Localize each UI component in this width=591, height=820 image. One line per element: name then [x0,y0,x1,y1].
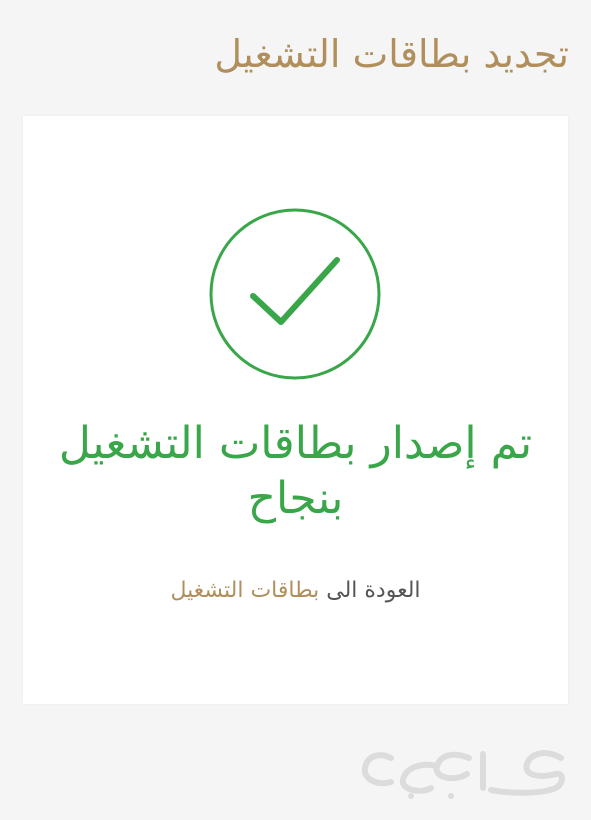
return-row: العودة الى بطاقات التشغيل [23,578,568,603]
haraj-watermark-logo [361,750,565,799]
check-circle-icon [209,208,381,380]
success-card: تم إصدار بطاقات التشغيل بنجاح العودة الى… [23,116,568,704]
success-message: تم إصدار بطاقات التشغيل بنجاح [58,418,533,524]
operating-cards-link[interactable]: بطاقات التشغيل [170,578,319,603]
page-title: تجديد بطاقات التشغيل [214,32,569,76]
return-prefix: العودة الى [319,578,421,603]
